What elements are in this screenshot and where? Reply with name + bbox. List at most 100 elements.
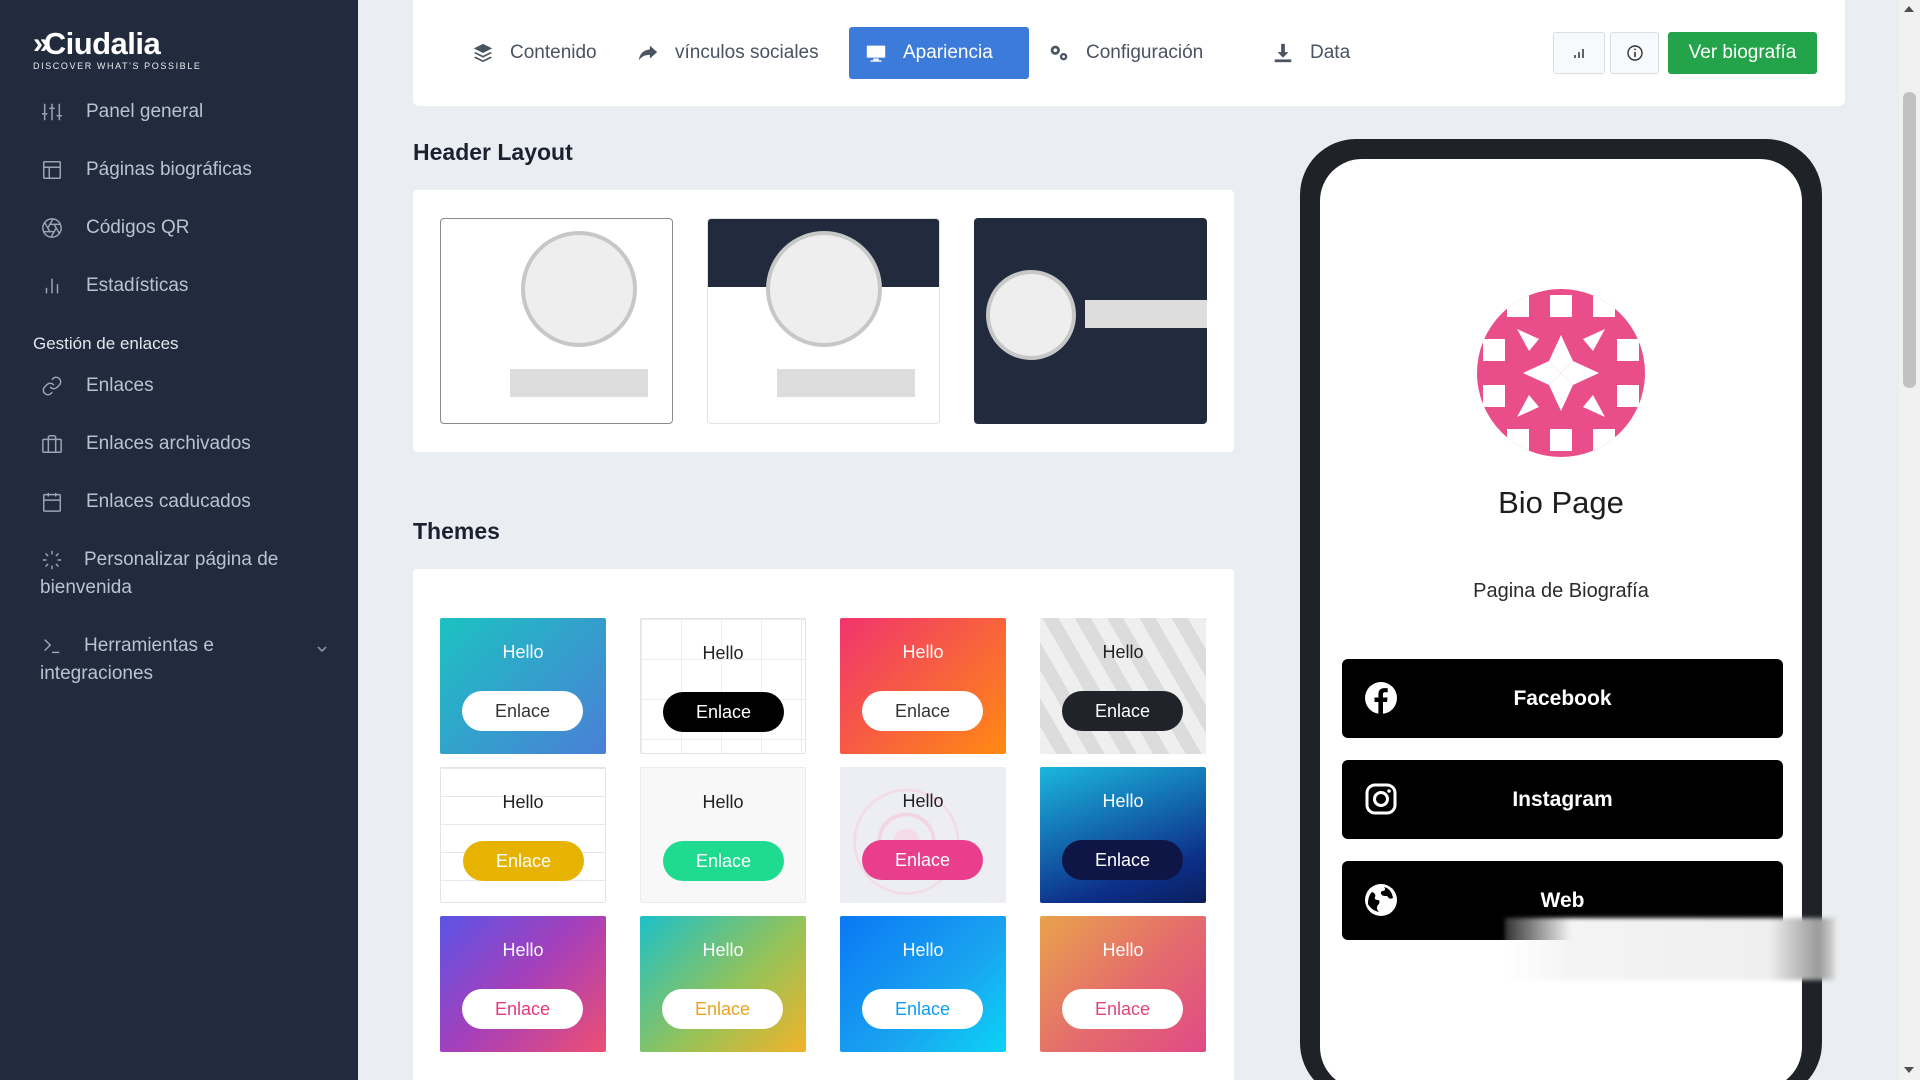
bar-chart-icon — [40, 272, 64, 300]
sidebar-item-label: Páginas biográficas — [86, 159, 252, 180]
header-layout-option-inline[interactable] — [974, 218, 1207, 424]
bio-avatar — [1477, 289, 1645, 457]
sidebar-item-label: Estadísticas — [86, 275, 189, 296]
theme-link-pill: Enlace — [862, 840, 983, 880]
theme-option-2[interactable]: Hello Enlace — [640, 618, 806, 754]
chevron-down-icon[interactable] — [316, 636, 328, 653]
tab-contenido[interactable]: Contenido — [456, 27, 613, 79]
sidebar-item-herramientas[interactable]: Herramientas e integraciones — [0, 632, 358, 688]
header-layout-option-centered[interactable] — [440, 218, 673, 424]
bio-name: Bio Page — [1498, 485, 1624, 520]
theme-link-pill: Enlace — [462, 989, 583, 1029]
page-scrollbar[interactable] — [1899, 0, 1920, 1080]
layers-icon — [473, 43, 493, 63]
bio-link-label: Facebook — [1513, 686, 1612, 710]
facebook-icon — [1365, 682, 1397, 715]
sidebar-item-panel-general[interactable]: Panel general — [0, 98, 358, 126]
aperture-icon — [40, 214, 64, 242]
theme-option-7[interactable]: Hello Enlace — [840, 767, 1006, 903]
briefcase-icon — [40, 430, 64, 458]
brand-name: Ciudalia — [43, 26, 161, 61]
theme-hello-text: Hello — [502, 940, 544, 960]
monitor-icon — [866, 45, 886, 62]
tab-label: vínculos sociales — [675, 42, 819, 63]
sidebar-item-label: Personalizar página de bienvenida — [40, 549, 279, 598]
brand-logo[interactable]: » Ciudalia DISCOVER WHAT'S POSSIBLE — [33, 26, 201, 71]
layout-icon — [40, 156, 64, 184]
bio-link-facebook[interactable]: Facebook — [1342, 659, 1783, 738]
theme-link-pill: Enlace — [462, 691, 583, 731]
blurred-overlay — [1505, 918, 1835, 980]
bio-link-label: Instagram — [1512, 787, 1613, 811]
layout-title-placeholder — [777, 369, 915, 397]
tab-apariencia[interactable]: Apariencia — [849, 27, 1029, 79]
link-icon — [40, 372, 64, 400]
instagram-icon — [1365, 783, 1397, 815]
theme-option-3[interactable]: Hello Enlace — [840, 618, 1006, 754]
theme-option-4[interactable]: Hello Enlace — [1040, 618, 1206, 754]
sidebar-item-label: Enlaces caducados — [86, 491, 251, 512]
scroll-down-icon[interactable] — [1904, 1067, 1914, 1073]
theme-link-pill: Enlace — [1062, 840, 1183, 880]
view-bio-button[interactable]: Ver biografía — [1668, 32, 1817, 74]
tab-label: Contenido — [510, 42, 597, 63]
tab-label: Configuración — [1086, 42, 1204, 63]
theme-option-8[interactable]: Hello Enlace — [1040, 767, 1206, 903]
theme-link-pill: Enlace — [862, 691, 983, 731]
bar-chart-icon — [1574, 49, 1584, 58]
header-layout-option-banner[interactable] — [707, 218, 940, 424]
sidebar-item-paginas-biograficas[interactable]: Páginas biográficas — [0, 156, 358, 184]
theme-hello-text: Hello — [702, 643, 744, 663]
sidebar-item-enlaces-archivados[interactable]: Enlaces archivados — [0, 430, 358, 458]
sidebar-item-personalizar-bienvenida[interactable]: Personalizar página de bienvenida — [0, 546, 358, 602]
info-button[interactable] — [1610, 32, 1659, 74]
theme-link-pill: Enlace — [862, 989, 983, 1029]
theme-option-6[interactable]: Hello Enlace — [640, 767, 806, 903]
theme-hello-text: Hello — [702, 792, 744, 812]
terminal-icon — [40, 632, 64, 660]
theme-hello-text: Hello — [902, 642, 944, 662]
scroll-up-icon[interactable] — [1904, 6, 1914, 12]
theme-link-pill: Enlace — [1062, 691, 1183, 731]
theme-hello-text: Hello — [1102, 642, 1144, 662]
editor-tabs-bar: Contenido vínculos sociales Apariencia C… — [413, 0, 1845, 106]
layout-avatar-placeholder — [521, 231, 637, 347]
theme-option-5[interactable]: Hello Enlace — [440, 767, 606, 903]
theme-hello-text: Hello — [902, 791, 944, 811]
theme-link-pill: Enlace — [463, 841, 584, 881]
sidebar-item-enlaces-caducados[interactable]: Enlaces caducados — [0, 488, 358, 516]
brand-tagline: DISCOVER WHAT'S POSSIBLE — [33, 61, 202, 71]
sidebar-item-label: Herramientas e integraciones — [40, 635, 214, 684]
themes-title: Themes — [413, 518, 500, 544]
tab-data[interactable]: Data — [1256, 27, 1366, 79]
sidebar-item-enlaces[interactable]: Enlaces — [0, 372, 358, 400]
scroll-thumb[interactable] — [1903, 92, 1916, 388]
layout-avatar-placeholder — [986, 270, 1076, 360]
theme-option-11[interactable]: Hello Enlace — [840, 916, 1006, 1052]
header-layout-card — [413, 190, 1234, 452]
theme-option-10[interactable]: Hello Enlace — [640, 916, 806, 1052]
sidebar-item-label: Enlaces archivados — [86, 433, 251, 454]
theme-link-pill: Enlace — [663, 692, 784, 732]
info-icon — [1626, 45, 1643, 61]
tab-vinculos-sociales[interactable]: vínculos sociales — [621, 27, 835, 79]
theme-option-12[interactable]: Hello Enlace — [1040, 916, 1206, 1052]
globe-icon — [1365, 884, 1397, 916]
share-icon — [638, 45, 658, 61]
theme-hello-text: Hello — [1102, 940, 1144, 960]
theme-option-1[interactable]: Hello Enlace — [440, 618, 606, 754]
cogs-icon — [1050, 45, 1068, 61]
sidebar-item-codigos-qr[interactable]: Códigos QR — [0, 214, 358, 242]
tab-configuracion[interactable]: Configuración — [1032, 27, 1219, 79]
theme-hello-text: Hello — [502, 792, 544, 812]
theme-link-pill: Enlace — [663, 841, 784, 881]
stats-button[interactable] — [1553, 32, 1605, 74]
bio-link-label: Web — [1540, 888, 1585, 912]
theme-link-pill: Enlace — [662, 989, 783, 1029]
theme-hello-text: Hello — [502, 642, 544, 662]
layout-avatar-placeholder — [766, 231, 882, 347]
bio-link-instagram[interactable]: Instagram — [1342, 760, 1783, 839]
sliders-icon — [40, 98, 64, 126]
sidebar-item-estadisticas[interactable]: Estadísticas — [0, 272, 358, 300]
theme-option-9[interactable]: Hello Enlace — [440, 916, 606, 1052]
